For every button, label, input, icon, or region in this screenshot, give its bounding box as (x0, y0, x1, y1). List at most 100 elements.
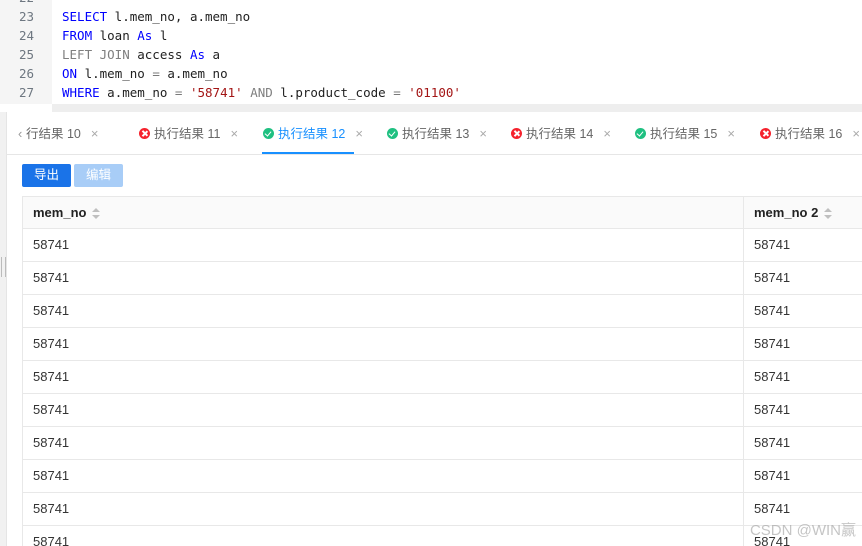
table-cell[interactable]: 58741 (744, 229, 862, 261)
edit-button[interactable]: 编辑 (74, 164, 124, 187)
table-cell[interactable]: 58741 (23, 229, 744, 261)
table-cell[interactable]: 58741 (744, 460, 862, 492)
code-token: = (393, 85, 401, 100)
tab-label: 执行结果 15 (650, 127, 718, 141)
result-tab[interactable]: 执行结果 15 × (635, 114, 735, 154)
table-row[interactable]: 58741 58741 (23, 526, 862, 546)
close-icon[interactable]: × (355, 126, 363, 141)
code-line[interactable]: 24 FROM loan As l (0, 26, 862, 45)
table-cell[interactable]: 58741 (23, 394, 744, 426)
table-cell[interactable]: 58741 (744, 427, 862, 459)
table-row[interactable]: 58741 58741 (23, 328, 862, 361)
code-token: WHERE (62, 85, 100, 100)
table-row[interactable]: 58741 58741 (23, 460, 862, 493)
result-table: mem_no mem_no 2 58741 58741 58741 58741 5874… (22, 196, 862, 546)
line-number: 27 (18, 85, 34, 100)
result-tab[interactable]: 执行结果 12 × (263, 114, 363, 154)
code-token: LEFT JOIN (62, 47, 130, 62)
code-token: l.mem_no (77, 66, 153, 81)
code-line[interactable]: 23 SELECT l.mem_no, a.mem_no (0, 7, 862, 26)
table-cell[interactable]: 58741 (23, 526, 744, 546)
column-header-mem-no[interactable]: mem_no (23, 197, 744, 228)
result-tab[interactable]: 执行结果 14 × (511, 114, 611, 154)
table-row[interactable]: 58741 58741 (23, 295, 862, 328)
table-cell[interactable]: 58741 (744, 295, 862, 327)
table-cell[interactable]: 58741 (23, 361, 744, 393)
table-row[interactable]: 58741 58741 (23, 493, 862, 526)
tab-label: 执行结果 16 (775, 127, 843, 141)
code-token: '01100' (408, 85, 461, 100)
tab-label: 执行结果 14 (526, 127, 594, 141)
close-icon[interactable]: × (727, 126, 735, 141)
active-tab-indicator (262, 152, 354, 154)
table-cell[interactable]: 58741 (744, 394, 862, 426)
close-icon[interactable]: × (479, 126, 487, 141)
code-line[interactable]: 27 WHERE a.mem_no = '58741' AND l.product… (0, 83, 862, 102)
code-token: l.product_code (272, 85, 394, 100)
success-status-icon (635, 128, 646, 139)
table-row[interactable]: 58741 58741 (23, 262, 862, 295)
table-cell[interactable]: 58741 (744, 361, 862, 393)
code-token: '58741' (189, 85, 243, 100)
result-tab[interactable]: 执行结果 16 × (760, 114, 860, 154)
table-row[interactable]: 58741 58741 (23, 361, 862, 394)
line-number: 24 (18, 28, 34, 43)
table-cell[interactable]: 58741 (23, 262, 744, 294)
column-header-label: mem_no (33, 205, 87, 220)
watermark: CSDN @WIN赢 (749, 522, 856, 539)
column-header-label: mem_no 2 (754, 205, 819, 220)
tab-label: 行结果 10 (26, 127, 81, 141)
line-number: 23 (18, 9, 34, 24)
error-status-icon (511, 128, 522, 139)
code-line[interactable]: 22 (0, 0, 862, 7)
code-token: FROM (62, 28, 93, 43)
close-icon[interactable]: × (852, 126, 860, 141)
line-number: 26 (18, 66, 34, 81)
success-status-icon (263, 128, 274, 139)
line-number: 22 (0, 0, 48, 7)
code-token: AND (250, 85, 273, 100)
column-header-mem-no-2[interactable]: mem_no 2 (744, 197, 862, 228)
code-line[interactable]: 25 LEFT JOIN access As a (0, 45, 862, 64)
code-token: a.mem_no (99, 85, 175, 100)
error-status-icon (760, 128, 771, 139)
tab-label: 执行结果 11 (154, 127, 221, 141)
table-row[interactable]: 58741 58741 (23, 394, 862, 427)
table-cell[interactable]: 58741 (23, 427, 744, 459)
code-token: a (205, 47, 221, 62)
close-icon[interactable]: × (603, 126, 611, 141)
close-icon[interactable]: × (91, 126, 99, 141)
close-icon[interactable]: × (230, 126, 238, 141)
result-tab[interactable]: 执行结果 13 × (387, 114, 487, 154)
export-button[interactable]: 导出 (22, 164, 72, 187)
table-cell[interactable]: 58741 (23, 328, 744, 360)
code-token: loan (92, 28, 138, 43)
table-cell[interactable]: 58741 (744, 262, 862, 294)
page: 22 23 SELECT l.mem_no, a.mem_no 24 FROM loan… (0, 0, 862, 546)
result-tab[interactable]: 执行结果 11 × (139, 114, 238, 154)
code-token: = (152, 66, 160, 81)
code-token: a.mem_no (159, 66, 228, 81)
tab-label: 执行结果 13 (402, 127, 470, 141)
table-cell[interactable]: 58741 (23, 460, 744, 492)
chevron-left-icon[interactable]: ‹ (18, 126, 22, 141)
code-area[interactable]: 22 23 SELECT l.mem_no, a.mem_no 24 FROM loan… (0, 0, 862, 102)
table-cell[interactable]: 58741 (23, 295, 744, 327)
code-token: ON (62, 66, 78, 81)
sort-icon[interactable] (824, 207, 833, 220)
sql-editor[interactable]: 22 23 SELECT l.mem_no, a.mem_no 24 FROM loan… (0, 0, 862, 104)
code-token: access (129, 47, 190, 62)
panel-resize-handle[interactable] (0, 112, 7, 546)
table-cell[interactable]: 58741 (744, 328, 862, 360)
tab-label: 执行结果 12 (278, 127, 346, 141)
sort-icon[interactable] (92, 207, 101, 220)
code-token: l (152, 28, 168, 43)
editor-horizontal-scrollbar[interactable] (52, 104, 862, 112)
code-line[interactable]: 26 ON l.mem_no = a.mem_no (0, 64, 862, 83)
result-tab[interactable]: 行结果 10 × (26, 114, 98, 154)
table-cell[interactable]: 58741 (23, 493, 744, 525)
code-token: l.mem_no, a.mem_no (107, 9, 251, 24)
table-row[interactable]: 58741 58741 (23, 427, 862, 460)
table-row[interactable]: 58741 58741 (23, 229, 862, 262)
